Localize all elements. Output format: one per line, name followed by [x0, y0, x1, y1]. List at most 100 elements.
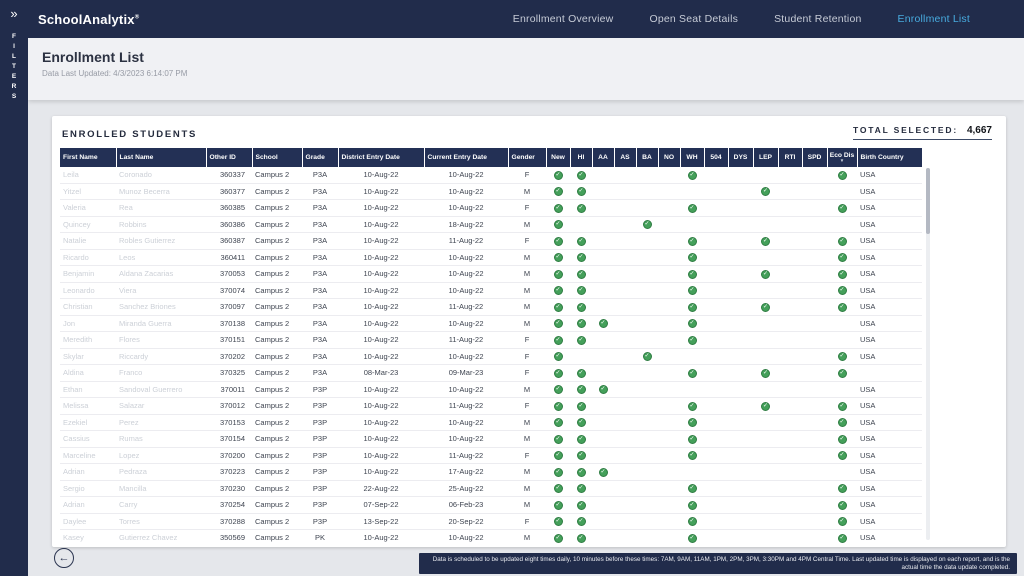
column-header-rti[interactable]: RTI [778, 148, 802, 167]
cell-flag-ba: ✓ [636, 216, 658, 233]
cell-flag-as [614, 414, 636, 431]
cell-flag-no [658, 497, 680, 514]
check-icon: ✓ [554, 468, 563, 477]
table-row[interactable]: QuinceyRobbins360386Campus 2P3A10-Aug-22… [60, 216, 922, 233]
cell-flag-eco-dis: ✓ [827, 348, 857, 365]
column-header-birth-country[interactable]: Birth Country [857, 148, 922, 167]
table-scrollbar[interactable] [926, 168, 930, 540]
column-header-other-id[interactable]: Other ID [206, 148, 252, 167]
cell-flag-spd [802, 299, 827, 316]
cell-gender: M [508, 530, 546, 544]
cell-birth-country: USA [857, 200, 922, 217]
cell-flag-aa [592, 431, 614, 448]
cell-current-entry-date: 20-Sep-22 [424, 513, 508, 530]
cell-grade: P3A [302, 282, 338, 299]
cell-gender: F [508, 200, 546, 217]
cell-flag-lep [753, 348, 778, 365]
cell-flag-hi [570, 348, 592, 365]
column-header-aa[interactable]: AA [592, 148, 614, 167]
table-row[interactable]: JonMiranda Guerra370138Campus 2P3A10-Aug… [60, 315, 922, 332]
table-row[interactable]: LeonardoViera370074Campus 2P3A10-Aug-221… [60, 282, 922, 299]
scrollbar-thumb[interactable] [926, 168, 930, 234]
expand-filters-icon[interactable]: » [10, 7, 17, 21]
cell-flag-spd [802, 167, 827, 183]
cell-flag-lep [753, 216, 778, 233]
column-header-grade[interactable]: Grade [302, 148, 338, 167]
cell-flag-aa [592, 233, 614, 250]
cell-gender: M [508, 216, 546, 233]
table-row[interactable]: MeredithFlores370151Campus 2P3A10-Aug-22… [60, 332, 922, 349]
cell-current-entry-date: 10-Aug-22 [424, 381, 508, 398]
table-row[interactable]: DayleeTorres370288Campus 2P3P13-Sep-2220… [60, 513, 922, 530]
check-icon: ✓ [554, 435, 563, 444]
column-header-new[interactable]: New [546, 148, 570, 167]
column-header-last-name[interactable]: Last Name [116, 148, 206, 167]
column-header-as[interactable]: AS [614, 148, 636, 167]
column-header-lep[interactable]: LEP [753, 148, 778, 167]
back-button[interactable]: ← [54, 548, 74, 568]
column-header-gender[interactable]: Gender [508, 148, 546, 167]
cell-grade: P3P [302, 447, 338, 464]
cell-flag-lep [753, 282, 778, 299]
table-row[interactable]: SergioMancilla370230Campus 2P3P22-Aug-22… [60, 480, 922, 497]
table-row[interactable]: AldinaFranco370325Campus 2P3A08-Mar-2309… [60, 365, 922, 382]
cell-grade: P3A [302, 332, 338, 349]
cell-school: Campus 2 [252, 282, 302, 299]
column-header-current-entry-date[interactable]: Current Entry Date [424, 148, 508, 167]
check-icon: ✓ [554, 484, 563, 493]
check-icon: ✓ [838, 418, 847, 427]
table-row[interactable]: RicardoLeos360411Campus 2P3A10-Aug-2210-… [60, 249, 922, 266]
table-row[interactable]: ChristianSanchez Briones370097Campus 2P3… [60, 299, 922, 316]
table-row[interactable]: EthanSandoval Guerrero370011Campus 2P3P1… [60, 381, 922, 398]
column-header-district-entry-date[interactable]: District Entry Date [338, 148, 424, 167]
nav-enrollment-overview[interactable]: Enrollment Overview [513, 13, 614, 25]
nav-open-seat-details[interactable]: Open Seat Details [649, 13, 738, 25]
table-row[interactable]: YitzelMunoz Becerra360377Campus 2P3A10-A… [60, 183, 922, 200]
cell-flag-wh [680, 183, 704, 200]
column-header-dys[interactable]: DYS [728, 148, 753, 167]
cell-flag-rti [778, 249, 802, 266]
cell-flag-new: ✓ [546, 497, 570, 514]
table-row[interactable]: MarcelineLopez370200Campus 2P3P10-Aug-22… [60, 447, 922, 464]
cell-flag-lep: ✓ [753, 266, 778, 283]
cell-flag-wh: ✓ [680, 282, 704, 299]
cell-district-entry-date: 22-Aug-22 [338, 480, 424, 497]
cell-school: Campus 2 [252, 233, 302, 250]
table-row[interactable]: AdrianCarry370254Campus 2P3P07-Sep-2206-… [60, 497, 922, 514]
column-header-first-name[interactable]: First Name [60, 148, 116, 167]
column-header-spd[interactable]: SPD [802, 148, 827, 167]
table-row[interactable]: ValeriaRea360385Campus 2P3A10-Aug-2210-A… [60, 200, 922, 217]
nav-enrollment-list[interactable]: Enrollment List [898, 13, 970, 25]
cell-birth-country: USA [857, 480, 922, 497]
table-row[interactable]: CassiusRumas370154Campus 2P3P10-Aug-2210… [60, 431, 922, 448]
cell-birth-country: USA [857, 332, 922, 349]
cell-flag-eco-dis: ✓ [827, 480, 857, 497]
table-row[interactable]: NatalieRobles Gutierrez360387Campus 2P3A… [60, 233, 922, 250]
column-header-wh[interactable]: WH [680, 148, 704, 167]
column-header-hi[interactable]: HI [570, 148, 592, 167]
cell-flag-ba [636, 233, 658, 250]
cell-last-name: Gutierrez Chavez [116, 530, 206, 544]
table-row[interactable]: SkylarRiccardy370202Campus 2P3A10-Aug-22… [60, 348, 922, 365]
column-header-eco-dis[interactable]: Eco Dis▼ [827, 148, 857, 167]
column-header-504[interactable]: 504 [704, 148, 728, 167]
cell-flag-eco-dis: ✓ [827, 431, 857, 448]
table-row[interactable]: KaseyGutierrez Chavez350569Campus 2PK10-… [60, 530, 922, 544]
cell-district-entry-date: 10-Aug-22 [338, 447, 424, 464]
column-header-ba[interactable]: BA [636, 148, 658, 167]
table-row[interactable]: LeilaCoronado360337Campus 2P3A10-Aug-221… [60, 167, 922, 183]
cell-school: Campus 2 [252, 167, 302, 183]
nav-student-retention[interactable]: Student Retention [774, 13, 861, 25]
cell-current-entry-date: 10-Aug-22 [424, 414, 508, 431]
table-row[interactable]: MelissaSalazar370012Campus 2P3P10-Aug-22… [60, 398, 922, 415]
column-header-no[interactable]: NO [658, 148, 680, 167]
cell-school: Campus 2 [252, 216, 302, 233]
table-row[interactable]: EzekielPerez370153Campus 2P3P10-Aug-2210… [60, 414, 922, 431]
cell-current-entry-date: 18-Aug-22 [424, 216, 508, 233]
cell-flag-spd [802, 464, 827, 481]
table-row[interactable]: AdrianPedraza370223Campus 2P3P10-Aug-221… [60, 464, 922, 481]
table-row[interactable]: BenjaminAldana Zacarias370053Campus 2P3A… [60, 266, 922, 283]
column-header-school[interactable]: School [252, 148, 302, 167]
cell-flag-dys [728, 200, 753, 217]
cell-gender: F [508, 447, 546, 464]
